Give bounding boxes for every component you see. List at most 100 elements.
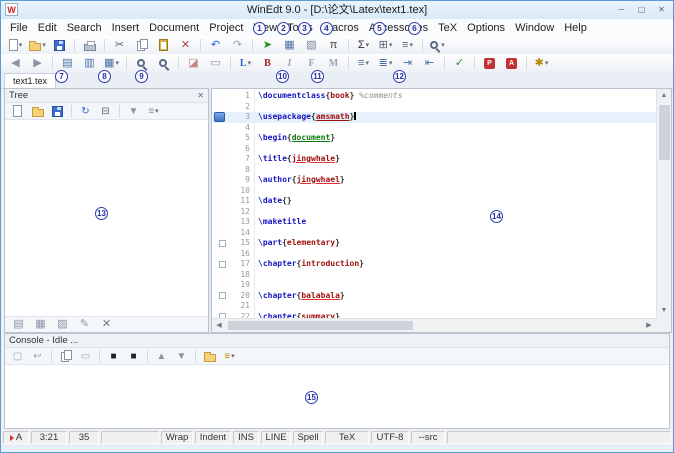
vertical-scroll-thumb[interactable] bbox=[659, 105, 670, 160]
bold-button[interactable]: B bbox=[257, 55, 278, 71]
close-button[interactable]: ✕ bbox=[652, 2, 671, 17]
math-mode-button[interactable]: M bbox=[323, 55, 344, 71]
menu-tex[interactable]: TeX bbox=[433, 20, 462, 36]
editor-line[interactable]: 4 bbox=[212, 123, 656, 134]
tree-view-labels-button[interactable]: ▧ bbox=[52, 317, 73, 333]
tree-close-icon[interactable]: ✕ bbox=[197, 90, 204, 102]
status-spell[interactable]: Spell bbox=[293, 431, 323, 444]
pdf-texify-button[interactable]: P bbox=[479, 55, 500, 71]
editor-line[interactable]: 18 bbox=[212, 270, 656, 281]
trash-button[interactable]: ▭ bbox=[205, 55, 226, 71]
scroll-right-icon[interactable]: ▶ bbox=[642, 319, 656, 332]
status-line[interactable]: LINE bbox=[261, 431, 291, 444]
tree-view-edit-button[interactable]: ✎ bbox=[74, 317, 95, 333]
editor-line[interactable]: 14 bbox=[212, 228, 656, 239]
tree-filter-button[interactable]: ▼ bbox=[124, 104, 143, 118]
fold-marker[interactable] bbox=[219, 292, 226, 299]
editor-line[interactable]: 11 \date{} bbox=[212, 196, 656, 207]
console-copy-button[interactable] bbox=[56, 349, 75, 363]
copy-button[interactable] bbox=[131, 37, 152, 53]
menu-insert[interactable]: Insert bbox=[107, 20, 145, 36]
insert-image-button[interactable]: ▧ bbox=[301, 37, 322, 53]
console-hide-button[interactable]: ▢ bbox=[8, 349, 27, 363]
editor-line[interactable]: 2 bbox=[212, 102, 656, 113]
console-scroll-up-button[interactable]: ▲ bbox=[152, 349, 171, 363]
enumerate-list-button[interactable]: ≣ ▾ bbox=[375, 55, 396, 71]
editor-line[interactable]: 16 bbox=[212, 249, 656, 260]
texify-run-button[interactable]: ➤ bbox=[257, 37, 278, 53]
toggle-tree-button[interactable]: ▤ bbox=[57, 55, 78, 71]
console-folder-button[interactable] bbox=[200, 349, 219, 363]
status-position[interactable]: 3:21 bbox=[31, 431, 67, 444]
console-options-button[interactable]: ≡ ▾ bbox=[220, 349, 239, 363]
maximize-button[interactable]: ▢ bbox=[632, 2, 651, 17]
console-output[interactable] bbox=[5, 365, 669, 428]
editor-vertical-scrollbar[interactable]: ▲ ▼ bbox=[656, 89, 671, 318]
erase-button[interactable]: ◪ bbox=[183, 55, 204, 71]
insert-symbol-button[interactable]: π bbox=[323, 37, 344, 53]
status-mode[interactable]: A bbox=[3, 431, 29, 444]
status-indent[interactable]: Indent bbox=[195, 431, 231, 444]
editor-horizontal-scrollbar[interactable]: ◀ ▶ bbox=[212, 318, 656, 332]
horizontal-scroll-thumb[interactable] bbox=[228, 321, 413, 330]
itemize-list-button[interactable]: ≡ ▾ bbox=[353, 55, 374, 71]
status-column[interactable]: 35 bbox=[69, 431, 99, 444]
menu-search[interactable]: Search bbox=[62, 20, 107, 36]
console-wrap-button[interactable]: ↩ bbox=[28, 349, 47, 363]
status-encoding[interactable]: UTF-8 bbox=[371, 431, 409, 444]
editor-line[interactable]: 17 \chapter{introduction} bbox=[212, 259, 656, 270]
italic-button[interactable]: I bbox=[279, 55, 300, 71]
macros-menu-button[interactable]: ✱ ▾ bbox=[531, 55, 552, 71]
fold-marker[interactable] bbox=[219, 260, 226, 268]
tree-view-files-button[interactable]: ▤ bbox=[8, 317, 29, 333]
save-file-button[interactable] bbox=[49, 37, 70, 53]
tree-save-button[interactable] bbox=[48, 104, 67, 118]
editor-line[interactable]: 21 bbox=[212, 301, 656, 312]
menu-options[interactable]: Options bbox=[462, 20, 510, 36]
delete-button[interactable]: ✕ bbox=[175, 37, 196, 53]
minimize-button[interactable]: ─ bbox=[612, 2, 631, 17]
print-button[interactable] bbox=[79, 37, 100, 53]
console-scroll-down-button[interactable]: ▼ bbox=[172, 349, 191, 363]
editor-line[interactable]: 13 \maketitle bbox=[212, 217, 656, 228]
tree-refresh-button[interactable]: ↻ bbox=[76, 104, 95, 118]
menu-help[interactable]: Help bbox=[559, 20, 592, 36]
latex-mode-button[interactable]: L ▾ bbox=[235, 55, 256, 71]
editor-line[interactable]: 5 \begin{document} bbox=[212, 133, 656, 144]
editor-line[interactable]: 8 bbox=[212, 165, 656, 176]
status-tex[interactable]: TeX bbox=[325, 431, 369, 444]
editor-line[interactable]: 10 bbox=[212, 186, 656, 197]
font-button[interactable]: F bbox=[301, 55, 322, 71]
editor-line[interactable]: 15 \part{elementary} bbox=[212, 238, 656, 249]
find-button[interactable] bbox=[131, 55, 152, 71]
tree-open-button[interactable] bbox=[28, 104, 47, 118]
editor-line[interactable]: 7 \title{jingwhale} bbox=[212, 154, 656, 165]
cut-button[interactable]: ✂ bbox=[109, 37, 130, 53]
status-src[interactable]: --src bbox=[411, 431, 445, 444]
next-document-button[interactable]: ▶ bbox=[27, 55, 48, 71]
math-templates-button[interactable]: ⊞ ▾ bbox=[375, 37, 396, 53]
undo-button[interactable]: ↶ bbox=[205, 37, 226, 53]
tree-view-structure-button[interactable]: ▦ bbox=[30, 317, 51, 333]
status-ins[interactable]: INS bbox=[233, 431, 259, 444]
replace-button[interactable] bbox=[153, 55, 174, 71]
tree-view-close-button[interactable]: ✕ bbox=[96, 317, 117, 333]
editor-line[interactable]: 1 \documentclass{book} %comments bbox=[212, 91, 656, 102]
toggle-panel-button[interactable]: ▥ bbox=[79, 55, 100, 71]
menu-window[interactable]: Window bbox=[510, 20, 559, 36]
indent-more-button[interactable]: ⇥ bbox=[397, 55, 418, 71]
editor-text-area[interactable]: 1 \documentclass{book} %comments 2 3 \usepac… bbox=[212, 89, 656, 318]
search-highlight-button[interactable]: ▾ bbox=[427, 37, 448, 53]
menu-edit[interactable]: Edit bbox=[33, 20, 62, 36]
math-symbols-button[interactable]: Σ ▾ bbox=[353, 37, 374, 53]
open-file-button[interactable]: ▾ bbox=[27, 37, 48, 53]
status-wrap[interactable]: Wrap bbox=[161, 431, 193, 444]
paste-button[interactable] bbox=[153, 37, 174, 53]
scroll-down-icon[interactable]: ▼ bbox=[657, 304, 671, 318]
tree-options-button[interactable]: ≡ ▾ bbox=[144, 104, 163, 118]
editor-line[interactable]: 20 \chapter{balabala} bbox=[212, 291, 656, 302]
pdf-view-button[interactable]: A bbox=[501, 55, 522, 71]
tab-text1-tex[interactable]: text1.tex bbox=[4, 73, 57, 88]
redo-button[interactable]: ↷ bbox=[227, 37, 248, 53]
tree-body[interactable] bbox=[5, 120, 208, 316]
